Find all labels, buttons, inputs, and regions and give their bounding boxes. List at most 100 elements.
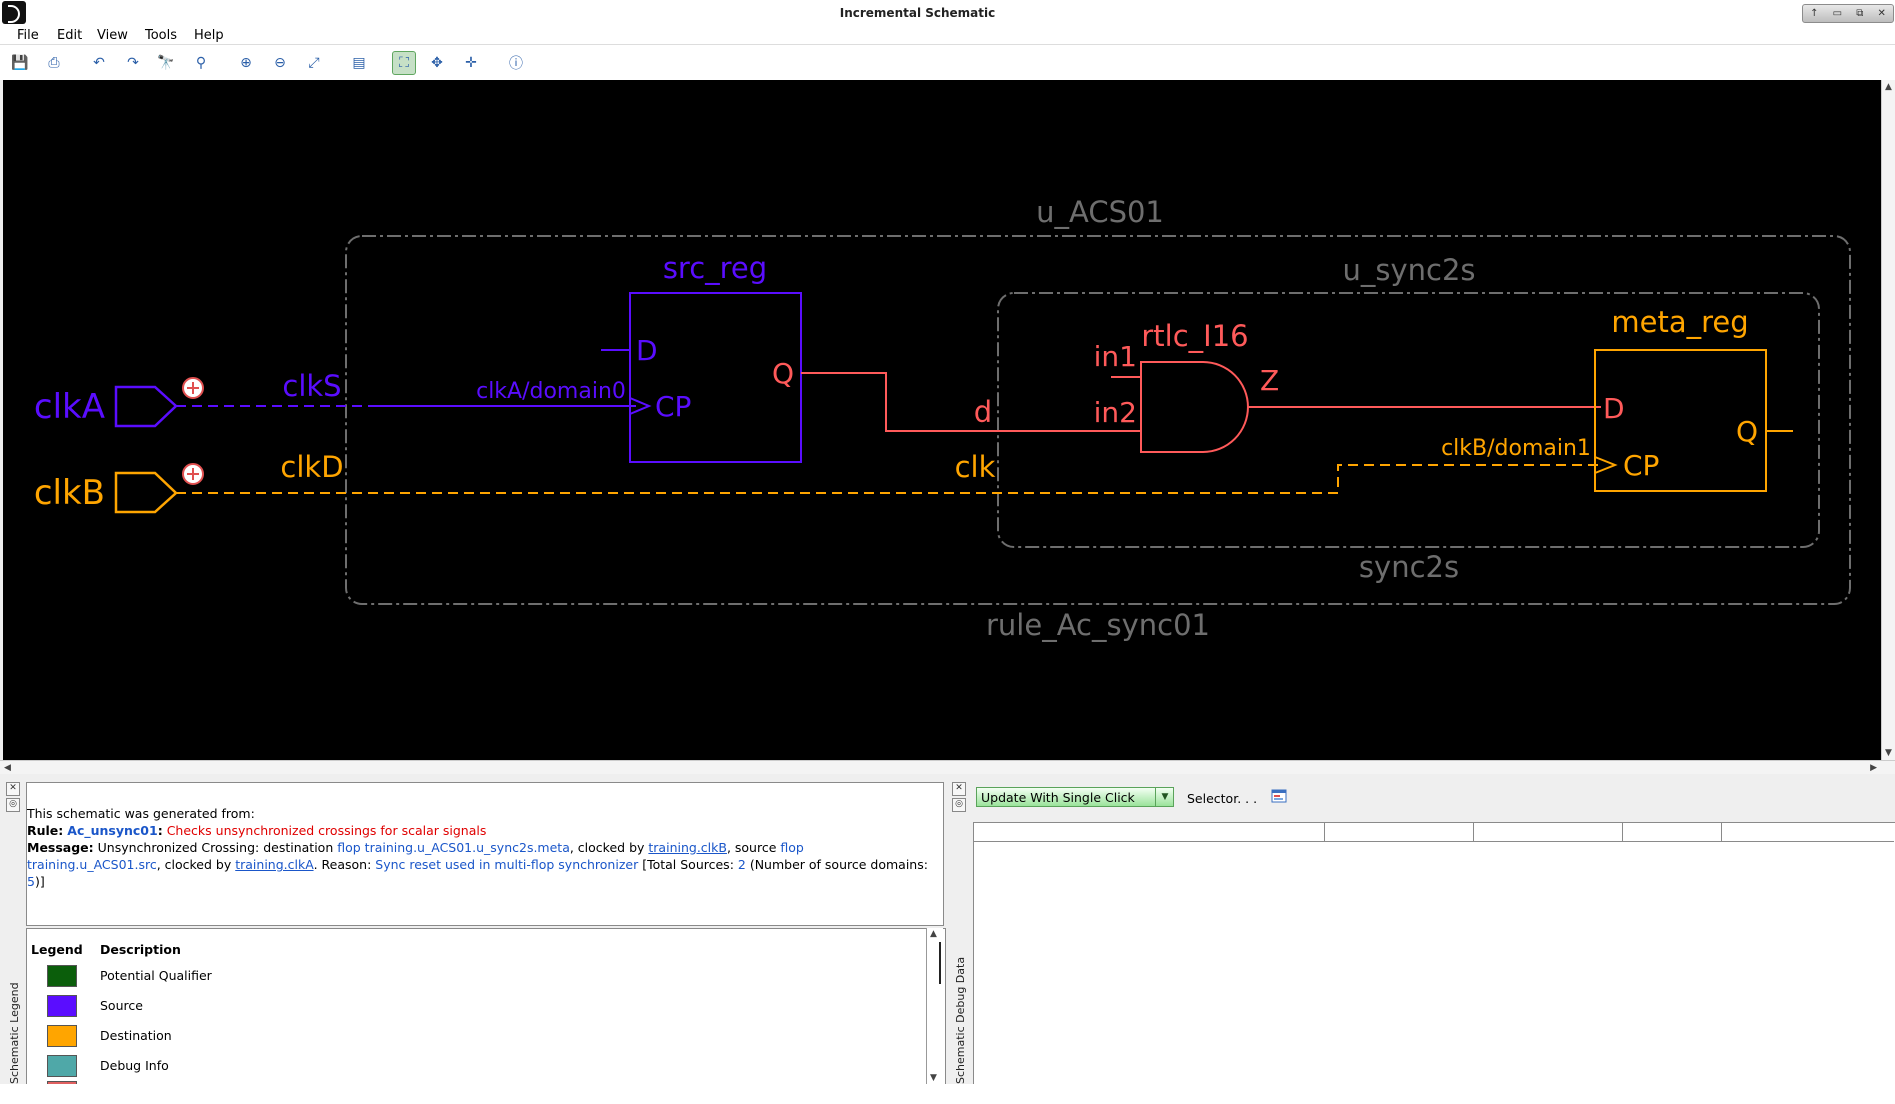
rule-name[interactable]: Ac_unsync01 xyxy=(67,823,157,838)
find-icon[interactable]: 🔭 xyxy=(155,52,177,74)
scroll-right-icon[interactable]: ▶ xyxy=(1870,763,1877,773)
src-clock-link[interactable]: training.clkA xyxy=(235,857,313,872)
cell-label-src-reg: src_reg xyxy=(663,251,767,285)
table-header-cell[interactable] xyxy=(1623,823,1722,842)
properties-icon[interactable]: ▤ xyxy=(348,52,370,74)
trace-icon[interactable]: ⚲ xyxy=(190,52,212,74)
zoom-in-icon[interactable]: ⊕ xyxy=(235,52,257,74)
close-icon[interactable]: ✕ xyxy=(6,782,20,796)
net-label-d: d xyxy=(974,395,992,429)
menu-tools[interactable]: Tools xyxy=(145,28,177,43)
port-label-clkA: clkA xyxy=(34,387,105,427)
title-bar: Incremental Schematic ↑ ▭ ⧉ ✕ xyxy=(0,0,1895,27)
table-header-cell[interactable] xyxy=(1325,823,1474,842)
legend-panel-label: Schematic Legend xyxy=(8,982,21,1084)
table-header-cell[interactable] xyxy=(1722,823,1894,842)
scroll-left-icon[interactable]: ◀ xyxy=(4,763,11,773)
pin-src-CP: CP xyxy=(655,390,691,423)
pin-meta-CP: CP xyxy=(1623,449,1659,482)
legend-swatch-debug xyxy=(47,1055,77,1077)
select-mode-icon[interactable]: ⛶ xyxy=(392,51,416,75)
cell-and-gate[interactable] xyxy=(1140,361,1249,453)
menu-help[interactable]: Help xyxy=(194,28,224,43)
table-header-cell[interactable] xyxy=(1474,823,1623,842)
menu-view[interactable]: View xyxy=(97,28,128,43)
status-strip xyxy=(0,1084,1895,1104)
print-icon[interactable]: ⎙ xyxy=(43,52,65,74)
close-icon[interactable]: ✕ xyxy=(1878,8,1886,19)
rule-sep: : xyxy=(157,823,163,838)
net-d[interactable] xyxy=(801,372,1141,432)
menu-file[interactable]: File xyxy=(17,28,39,43)
reason-link[interactable]: Sync reset used in multi-flop synchroniz… xyxy=(375,857,638,872)
pan-icon[interactable]: ✥ xyxy=(426,52,448,74)
port-clkB[interactable] xyxy=(114,471,178,514)
legend-label: Potential Qualifier xyxy=(100,968,212,983)
maximize-icon[interactable]: ⧉ xyxy=(1856,8,1863,19)
debug-data-table[interactable] xyxy=(973,822,1895,1086)
message-text: , clocked by xyxy=(569,840,645,855)
zoom-fit-icon[interactable]: ⤢ xyxy=(303,52,325,74)
net-clkD[interactable] xyxy=(176,464,1601,494)
keep-on-top-icon[interactable]: ↑ xyxy=(1810,8,1818,19)
legend-label: Debug Info xyxy=(100,1058,169,1073)
legend-dock-handle: ✕ ◎ Schematic Legend xyxy=(6,782,22,1084)
pin-src-D: D xyxy=(636,334,658,367)
scroll-down-icon[interactable]: ▼ xyxy=(1885,748,1892,758)
message-text: [Total Sources: xyxy=(642,857,734,872)
minimize-icon[interactable]: ▭ xyxy=(1833,8,1842,19)
total-sources[interactable]: 2 xyxy=(738,857,746,872)
scroll-up-icon[interactable]: ▲ xyxy=(930,929,937,939)
info-icon[interactable]: ⓘ xyxy=(505,52,527,74)
legend-row: Source xyxy=(47,995,647,1017)
net-label-clkD: clkD xyxy=(280,450,343,484)
zoom-out-icon[interactable]: ⊖ xyxy=(269,52,291,74)
canvas-vertical-scrollbar[interactable]: ▲ ▼ xyxy=(1881,80,1895,760)
selector-button[interactable]: Selector. . . xyxy=(1187,791,1257,806)
pin-meta-Q: Q xyxy=(1736,415,1758,448)
port-clkA[interactable] xyxy=(114,385,178,428)
menu-bar: File Edit View Tools Help xyxy=(0,26,1895,45)
group-label-inner: u_sync2s xyxy=(1342,253,1475,287)
float-icon[interactable]: ◎ xyxy=(952,798,966,812)
legend-swatch-source xyxy=(47,995,77,1017)
scroll-up-icon[interactable]: ▲ xyxy=(1885,82,1892,92)
legend-label: Destination xyxy=(100,1028,172,1043)
message-text: . Reason: xyxy=(313,857,372,872)
float-icon[interactable]: ◎ xyxy=(6,798,20,812)
source-domains[interactable]: 5 xyxy=(27,874,35,889)
update-mode-select[interactable]: Update With Single Click xyxy=(976,787,1174,807)
menu-edit[interactable]: Edit xyxy=(57,28,82,43)
save-icon[interactable]: 💾 xyxy=(9,52,31,74)
dest-flop-link[interactable]: flop training.u_ACS01.u_sync2s.meta xyxy=(337,840,570,855)
close-icon[interactable]: ✕ xyxy=(952,782,966,796)
info-intro: This schematic was generated from: xyxy=(27,806,255,821)
window-controls[interactable]: ↑ ▭ ⧉ ✕ xyxy=(1802,4,1894,23)
canvas-horizontal-scrollbar[interactable]: ◀ ▶ xyxy=(0,760,1895,775)
pin-src-Q: Q xyxy=(772,357,794,390)
rule-description: Checks unsynchronized crossings for scal… xyxy=(166,823,487,838)
info-rule: Rule: Ac_unsync01: Checks unsynchronized… xyxy=(27,822,939,839)
group-footer-outer: rule_Ac_sync01 xyxy=(986,608,1210,642)
legend-scrollbar[interactable]: ▲ ▼ xyxy=(926,928,943,1084)
group-footer-inner: sync2s xyxy=(1359,550,1459,584)
chevron-down-icon[interactable]: ▼ xyxy=(1155,788,1174,806)
net-label-clk: clk xyxy=(955,450,996,484)
scroll-thumb[interactable] xyxy=(927,942,941,984)
message-text: (Number of source domains: xyxy=(749,857,928,872)
dest-clock-link[interactable]: training.clkB xyxy=(648,840,727,855)
pin-gate-Z: Z xyxy=(1260,364,1279,397)
selector-window-icon[interactable] xyxy=(1271,789,1287,803)
legend-swatch-destination xyxy=(47,1025,77,1047)
table-header-cell[interactable] xyxy=(974,823,1325,842)
group-label-outer: u_ACS01 xyxy=(1036,195,1164,229)
redo-icon[interactable]: ↷ xyxy=(122,52,144,74)
schematic-canvas[interactable]: u_ACS01 rule_Ac_sync01 u_sync2s sync2s c… xyxy=(3,80,1881,760)
scroll-down-icon[interactable]: ▼ xyxy=(930,1073,937,1083)
message-text: , source xyxy=(726,840,777,855)
debug-dock-handle: ✕ ◎ Schematic Debug Data xyxy=(952,782,968,1084)
debug-panel-label: Schematic Debug Data xyxy=(954,956,967,1084)
move-icon[interactable]: ✛ xyxy=(460,52,482,74)
undo-icon[interactable]: ↶ xyxy=(88,52,110,74)
legend-swatch-qualifier xyxy=(47,965,77,987)
